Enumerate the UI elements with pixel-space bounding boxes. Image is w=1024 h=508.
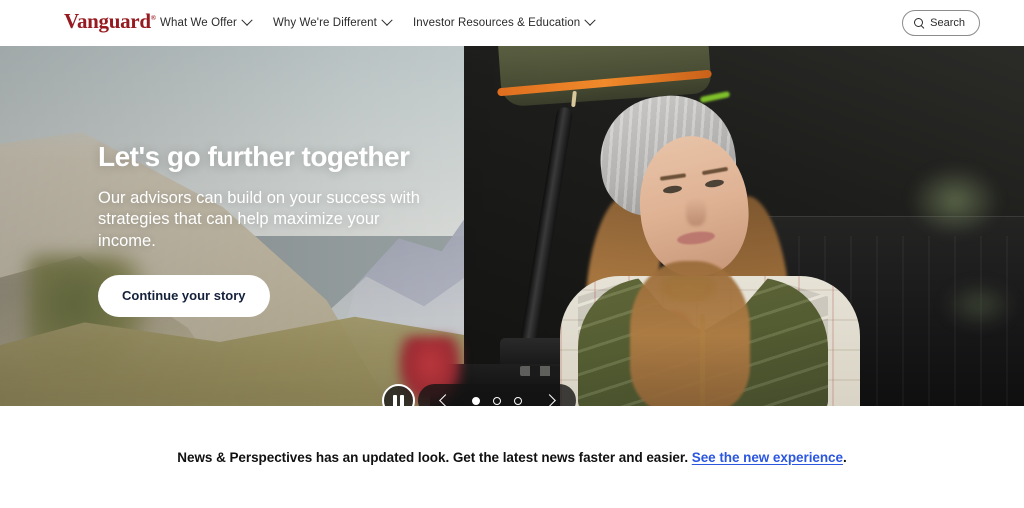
- carousel-controls: [418, 384, 576, 406]
- carousel-dot-1[interactable]: [472, 396, 480, 405]
- hero-subtitle: Our advisors can build on your success w…: [98, 188, 420, 251]
- logo-text: Vanguard: [64, 9, 151, 33]
- carousel-dot-3[interactable]: [514, 396, 522, 405]
- nav-item-investor-resources-education[interactable]: Investor Resources & Education: [412, 14, 596, 29]
- nav-label: What We Offer: [160, 17, 237, 29]
- banner-message: News & Perspectives has an updated look.…: [177, 450, 846, 465]
- chevron-right-icon: [542, 394, 556, 406]
- top-navigation-bar: Vanguard® What We Offer Why We're Differ…: [0, 0, 1024, 46]
- chevron-down-icon: [241, 14, 253, 26]
- banner-message-text: News & Perspectives has an updated look.…: [177, 449, 692, 465]
- hero-title: Let's go further together: [98, 141, 410, 172]
- carousel-next-button[interactable]: [536, 384, 562, 406]
- nav-item-what-we-offer[interactable]: What We Offer: [160, 14, 253, 29]
- news-update-banner: News & Perspectives has an updated look.…: [0, 406, 1024, 508]
- carousel-dot-2[interactable]: [493, 396, 501, 405]
- carousel-dots: [472, 396, 522, 405]
- carousel-prev-button[interactable]: [432, 384, 458, 406]
- chevron-down-icon: [584, 14, 596, 26]
- hero-copy-block: Let's go further together Our advisors c…: [98, 141, 428, 317]
- vanguard-logo[interactable]: Vanguard®: [64, 11, 156, 32]
- nav-label: Why We're Different: [272, 17, 377, 29]
- main-nav-links: What We Offer Why We're Different Invest…: [160, 0, 616, 46]
- pause-icon-bar-left: [393, 394, 397, 406]
- search-button-label: Search: [930, 17, 965, 29]
- pause-icon-bar-right: [400, 394, 404, 406]
- chevron-left-icon: [438, 394, 452, 406]
- chevron-down-icon: [381, 14, 393, 26]
- continue-your-story-button[interactable]: Continue your story: [98, 274, 270, 317]
- logo-registered-mark: ®: [150, 14, 156, 22]
- hero-carousel-slide: Let's go further together Our advisors c…: [0, 46, 1024, 406]
- nav-label: Investor Resources & Education: [412, 17, 581, 29]
- nav-item-why-were-different[interactable]: Why We're Different: [272, 14, 393, 29]
- see-the-new-experience-link[interactable]: See the new experience: [692, 450, 843, 465]
- banner-trailing-period: .: [842, 449, 847, 465]
- search-button[interactable]: Search: [902, 10, 980, 36]
- search-icon: [914, 18, 924, 28]
